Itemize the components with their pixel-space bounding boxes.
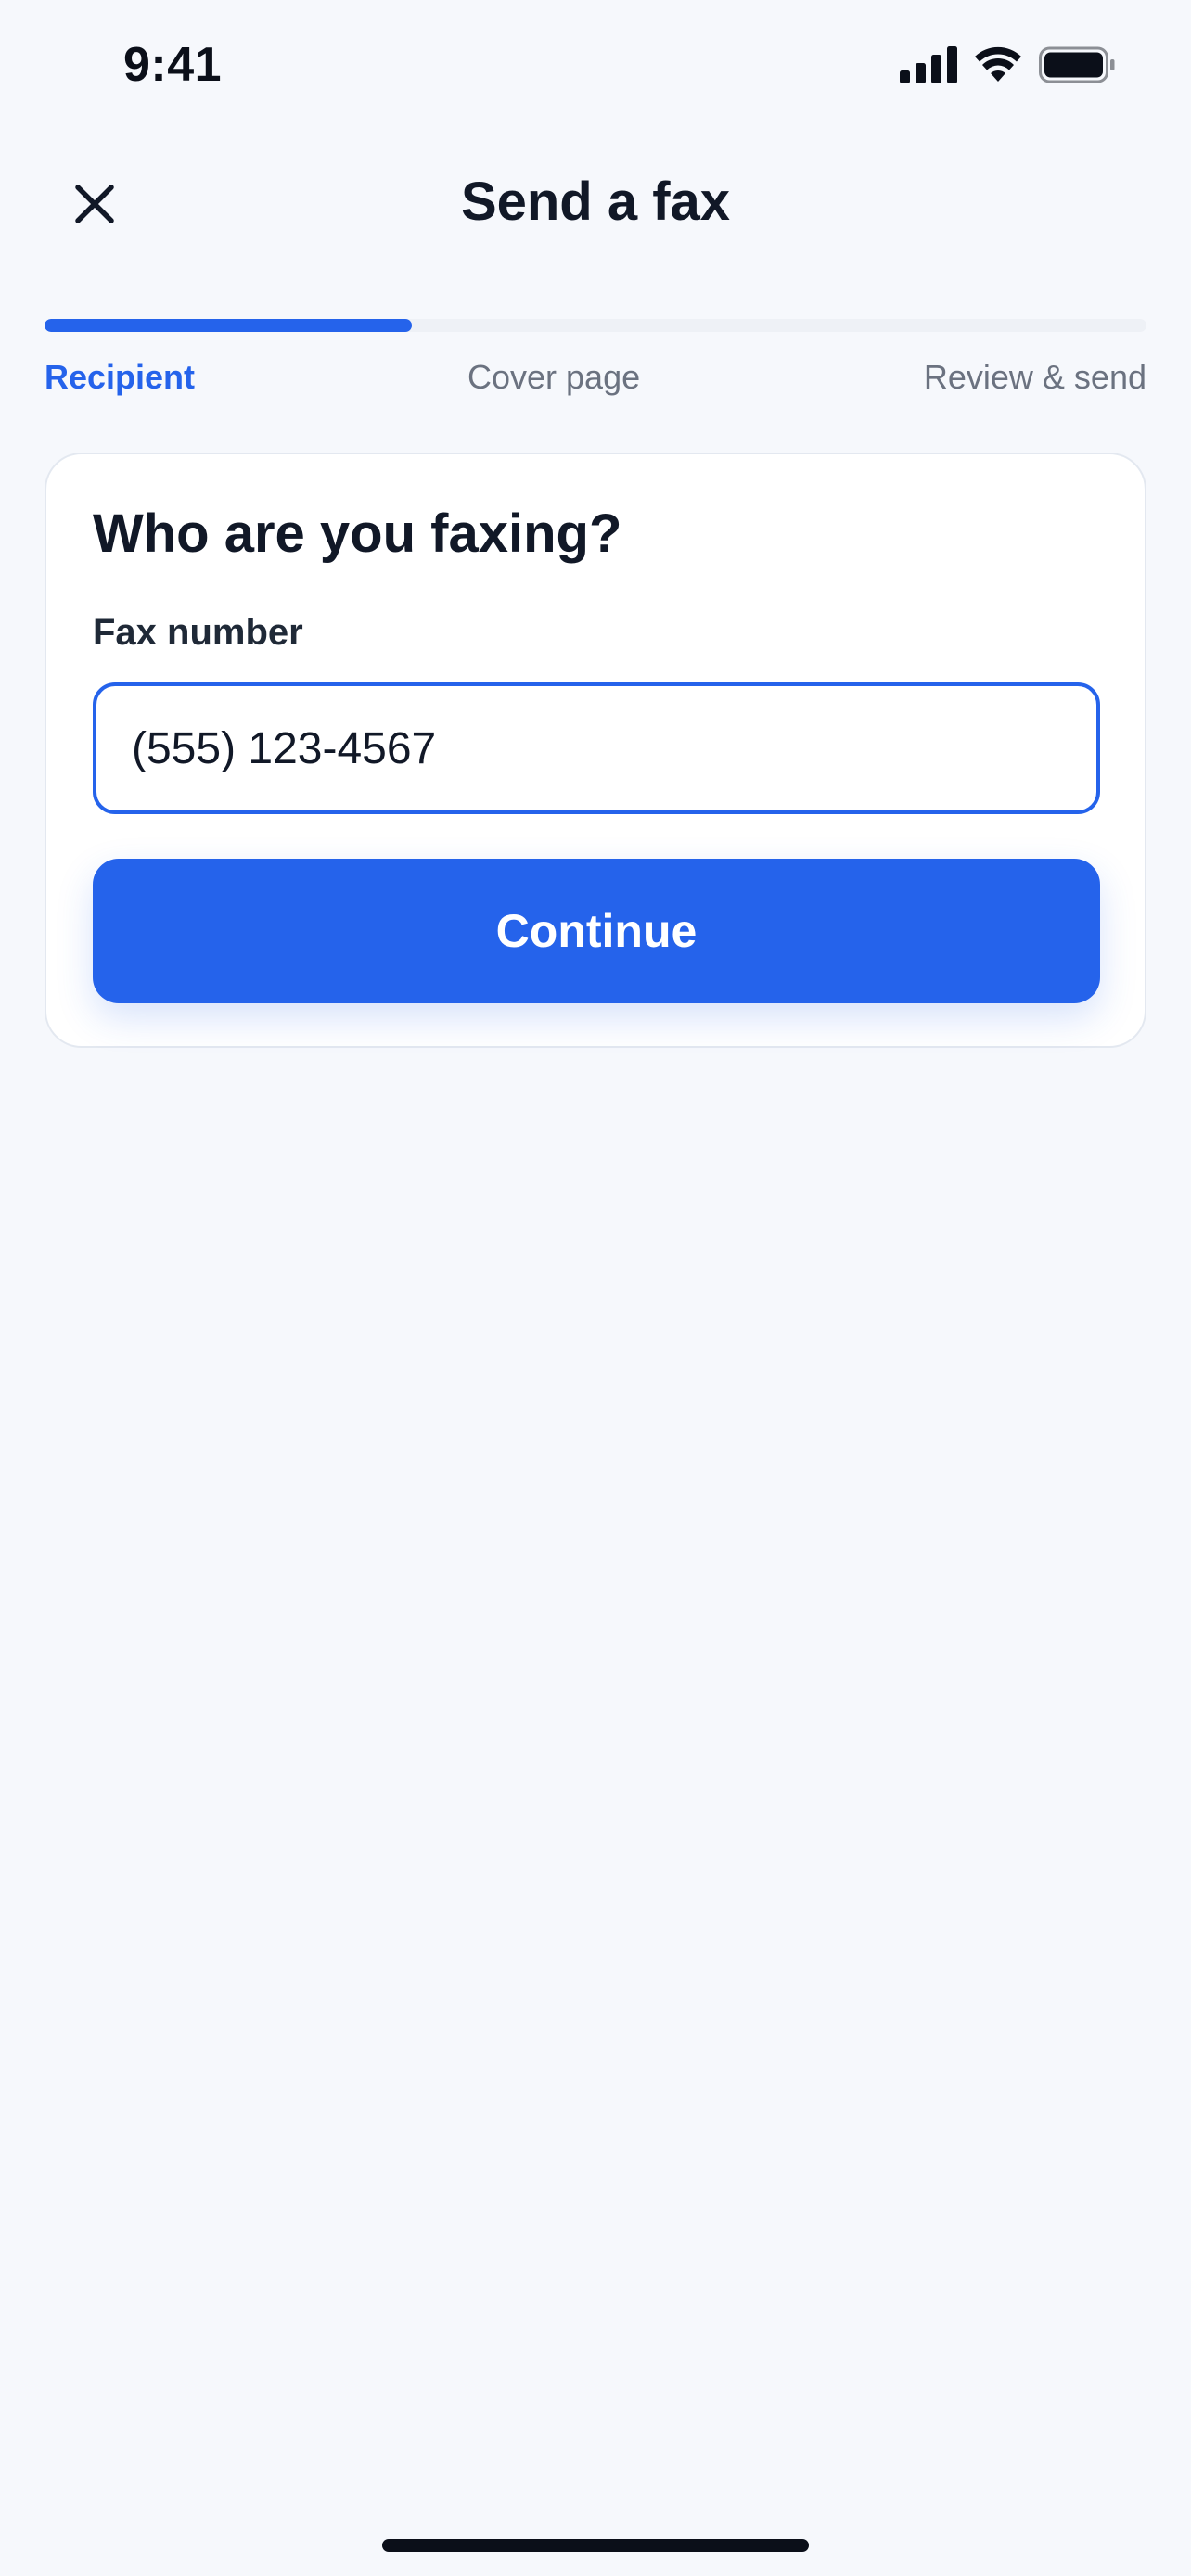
wifi-icon [975,46,1021,82]
fax-number-field[interactable] [93,682,1100,814]
progress-fill [45,319,412,332]
step-recipient[interactable]: Recipient [45,358,195,397]
recipient-card: Who are you faxing? Fax number Continue [45,453,1146,1048]
battery-icon [1039,46,1115,83]
progress-track [45,319,1146,332]
status-bar: 9:41 [0,0,1191,139]
status-time: 9:41 [123,38,223,92]
home-indicator [382,2539,809,2552]
page-title: Send a fax [460,172,731,232]
nav-header: Send a fax [0,139,1191,269]
card-title: Who are you faxing? [93,504,622,564]
continue-button[interactable]: Continue [93,859,1100,1003]
status-icons [900,46,1115,83]
step-review-send[interactable]: Review & send [924,358,1146,397]
fax-number-label: Fax number [93,612,303,653]
cellular-signal-icon [900,46,957,83]
progress-steps: Recipient Cover page Review & send [45,358,1146,404]
fax-number-input[interactable] [132,722,1059,774]
step-cover-page[interactable]: Cover page [467,358,640,397]
